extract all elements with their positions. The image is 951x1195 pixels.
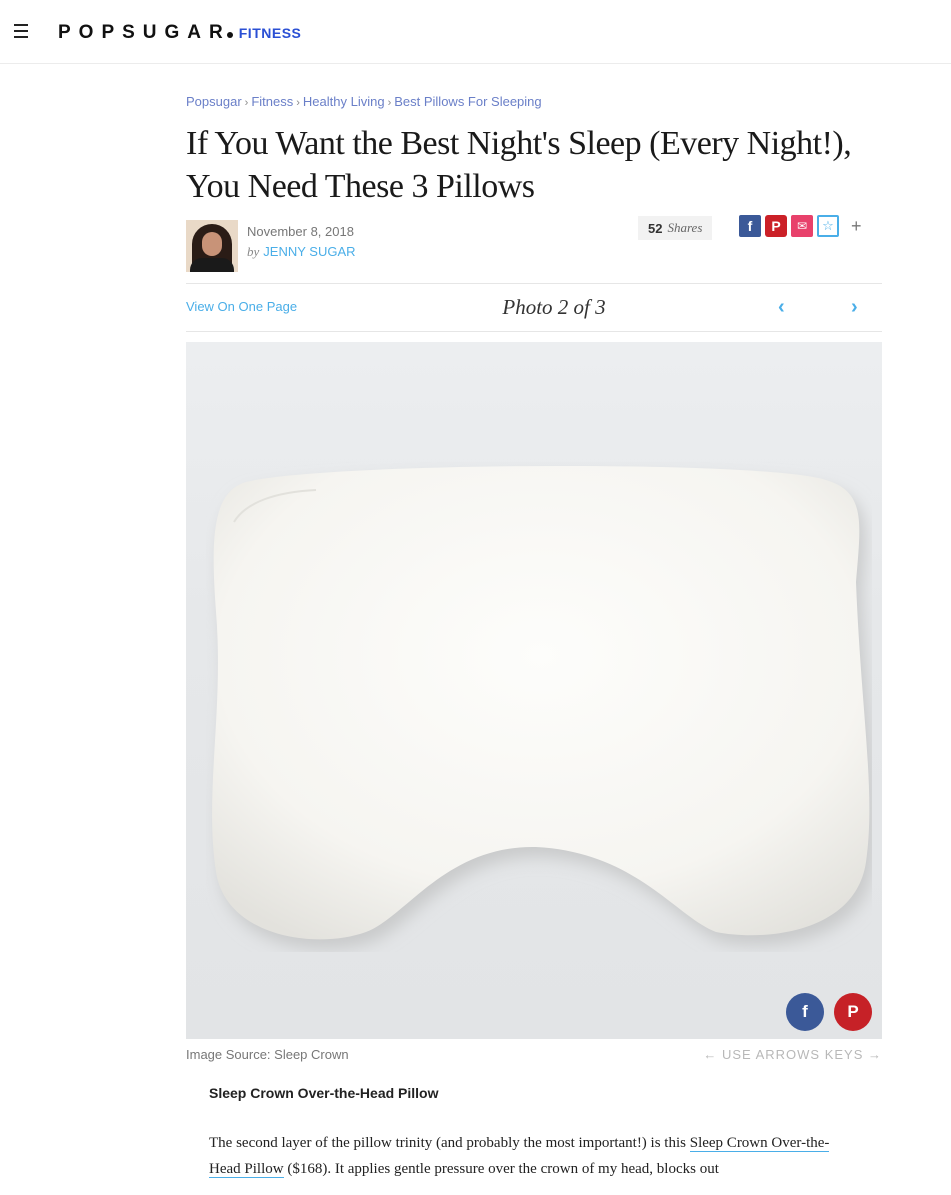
product-description: The second layer of the pillow trinity (… [209,1130,859,1182]
site-logo[interactable]: POPSUGAR FITNESS [58,22,301,44]
arrow-keys-hint: ← USE ARROWS KEYS → [703,1047,882,1062]
gallery-photo-pillow[interactable]: f P [186,342,882,1039]
share-count-badge: 52 Shares [638,216,713,240]
previous-photo-chevron-icon[interactable]: ‹ [778,296,785,319]
breadcrumb-item-healthy-living[interactable]: Healthy Living [303,94,385,109]
description-text-rest: ($168). It applies gentle pressure over … [283,1161,719,1177]
breadcrumb: Popsugar › Fitness › Healthy Living › Best Pil… [186,94,542,109]
pinterest-share-button[interactable]: P [765,215,787,237]
next-photo-chevron-icon[interactable]: › [851,296,858,319]
email-share-button[interactable]: ✉ [791,215,813,237]
breadcrumb-item-fitness[interactable]: Fitness [251,94,293,109]
byline: November 8, 2018 by JENNY SUGAR 52 Shares… [186,215,882,274]
site-header: POPSUGAR FITNESS [0,0,951,64]
share-label: Shares [667,220,703,235]
photo-caption-row: Image Source: Sleep Crown ← USE ARROWS K… [186,1046,882,1066]
article-title: If You Want the Best Night's Sleep (Ever… [186,125,852,205]
breadcrumb-item-best-pillows[interactable]: Best Pillows For Sleeping [394,94,541,109]
author-line: by JENNY SUGAR [247,244,356,260]
photo-facebook-share-button[interactable]: f [786,993,824,1031]
facebook-share-button[interactable]: f [739,215,761,237]
logo-dot [226,32,233,38]
description-text: The second layer of the pillow trinity (… [209,1135,690,1151]
product-title: Sleep Crown Over-the-Head Pillow [209,1085,439,1101]
view-on-one-page-link[interactable]: View On One Page [186,299,297,314]
logo-wordmark: POPSUGAR [58,22,231,43]
more-share-plus-icon[interactable]: + [851,216,862,237]
breadcrumb-item-popsugar[interactable]: Popsugar [186,94,242,109]
by-label: by [247,244,260,259]
social-share-bar: f P ✉ ☆ + [739,215,862,237]
author-name-link[interactable]: JENNY SUGAR [263,244,355,259]
author-avatar[interactable] [186,220,238,272]
image-source-credit: Image Source: Sleep Crown [186,1047,349,1062]
share-count: 52 [648,220,663,236]
favorite-star-button[interactable]: ☆ [817,215,839,237]
gallery-nav: Photo 2 of 3 View On One Page ‹ › [186,283,882,332]
breadcrumb-separator-icon: › [296,97,300,109]
breadcrumb-separator-icon: › [244,97,249,109]
hamburger-menu-icon[interactable] [14,24,32,38]
breadcrumb-separator-icon: › [387,97,392,109]
publish-date: November 8, 2018 [247,224,354,239]
pillow-image [212,465,872,950]
photo-pinterest-share-button[interactable]: P [834,993,872,1031]
logo-section-label[interactable]: FITNESS [239,25,302,41]
